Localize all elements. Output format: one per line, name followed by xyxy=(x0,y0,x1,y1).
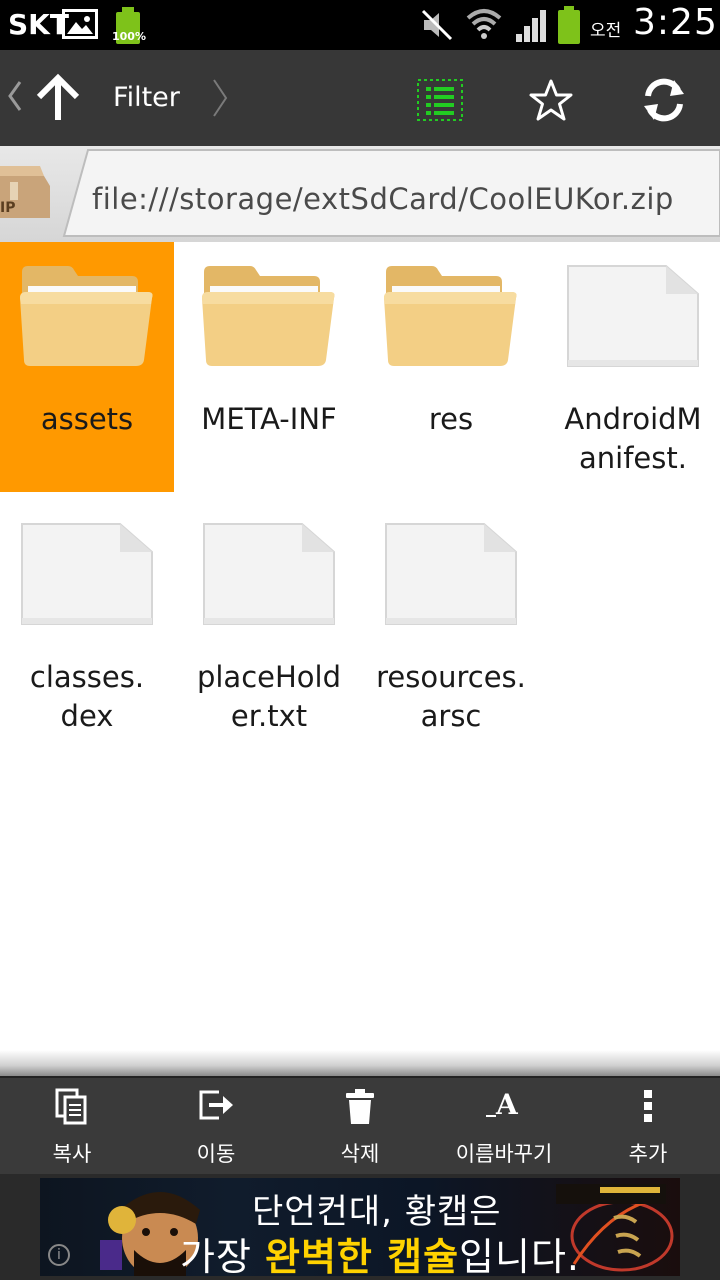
copy-icon xyxy=(0,1088,144,1128)
ad-subline-highlight: 완벽한 캡슐 xyxy=(265,1235,460,1276)
ad-banner[interactable]: 단언컨대, 황캡은 가장 완벽한 캡슐입니다. xyxy=(40,1178,680,1276)
file-icon xyxy=(202,522,336,626)
folder-icon xyxy=(384,264,518,368)
trash-button[interactable]: 삭제 xyxy=(288,1078,432,1176)
file-name-label: assets xyxy=(40,402,134,436)
rename-button[interactable]: A 이름바꾸기 xyxy=(432,1078,576,1176)
file-icon xyxy=(20,522,154,626)
filter-button[interactable]: Filter xyxy=(113,82,180,113)
chevron-left-icon[interactable] xyxy=(6,78,24,114)
action-bar-shadow xyxy=(0,1050,720,1076)
mute-icon xyxy=(421,9,453,41)
action-bar: 복사 이동 삭제 A 이름바꾸기 추가 xyxy=(0,1076,720,1174)
ad-info-icon[interactable]: i xyxy=(48,1244,70,1266)
action-label: 복사 xyxy=(52,1142,92,1166)
move-button[interactable]: 이동 xyxy=(144,1078,288,1176)
trash-icon xyxy=(288,1088,432,1128)
gallery-notification-icon xyxy=(62,9,98,39)
chevron-right-icon[interactable] xyxy=(210,76,230,120)
up-arrow-icon[interactable] xyxy=(34,72,82,124)
ad-subline-pre: 가장 xyxy=(180,1235,265,1276)
action-label: 이름바꾸기 xyxy=(455,1142,553,1166)
copy-button[interactable]: 복사 xyxy=(0,1078,144,1176)
file-name-label: AndroidM anifest. xyxy=(564,402,702,475)
rename-icon: A xyxy=(432,1088,576,1128)
list-view-icon[interactable] xyxy=(416,78,464,122)
action-label: 이동 xyxy=(196,1142,236,1166)
battery-notification-percent: 100% xyxy=(112,30,146,43)
file-name-label: classes. dex xyxy=(29,660,145,733)
more-icon xyxy=(576,1088,720,1128)
file-item[interactable]: AndroidM anifest. xyxy=(546,242,720,492)
file-item[interactable]: placeHold er.txt xyxy=(182,500,356,750)
carrier-label: SKT xyxy=(8,8,69,41)
file-icon xyxy=(566,264,700,368)
wifi-icon xyxy=(466,9,502,39)
status-bar: SKT 100% 오전 3:25 xyxy=(0,0,720,50)
folder-icon xyxy=(202,264,336,368)
toolbar: Filter xyxy=(0,50,720,146)
signal-icon xyxy=(516,10,546,42)
am-pm-label: 오전 xyxy=(590,21,622,41)
file-name-label: placeHold er.txt xyxy=(196,660,342,733)
action-label: 추가 xyxy=(628,1142,668,1166)
move-icon xyxy=(144,1088,288,1128)
file-name-label: META-INF xyxy=(201,402,337,436)
file-item[interactable]: classes. dex xyxy=(0,500,174,750)
zip-label: IP xyxy=(0,200,15,216)
action-label: 삭제 xyxy=(340,1142,380,1166)
zip-archive-icon[interactable]: IP xyxy=(0,164,52,220)
folder-item[interactable]: META-INF xyxy=(182,242,356,492)
battery-notification-icon: 100% xyxy=(112,6,146,44)
ad-subline: 가장 완벽한 캡슐입니다. xyxy=(180,1226,580,1276)
file-grid: assets META-INF res AndroidM anifest. classe… xyxy=(0,242,720,1062)
file-name-label: resources. arsc xyxy=(376,660,526,733)
file-icon xyxy=(384,522,518,626)
folder-item[interactable]: assets xyxy=(0,242,174,492)
folder-item[interactable]: res xyxy=(364,242,538,492)
svg-text:A: A xyxy=(495,1088,519,1121)
clock: 3:25 xyxy=(633,2,718,43)
ad-logo-image xyxy=(556,1184,674,1272)
more-button[interactable]: 추가 xyxy=(576,1078,720,1176)
path-address[interactable]: file:///storage/extSdCard/CoolEUKor.zip xyxy=(92,182,674,216)
battery-icon xyxy=(558,6,580,44)
file-name-label: res xyxy=(428,402,474,436)
ad-strip: 단언컨대, 황캡은 가장 완벽한 캡슐입니다. i xyxy=(0,1174,720,1280)
path-bar: IP file:///storage/extSdCard/CoolEUKor.z… xyxy=(0,146,720,242)
file-item[interactable]: resources. arsc xyxy=(364,500,538,750)
star-icon[interactable] xyxy=(528,78,574,122)
refresh-icon[interactable] xyxy=(638,74,690,126)
folder-icon xyxy=(20,264,154,368)
